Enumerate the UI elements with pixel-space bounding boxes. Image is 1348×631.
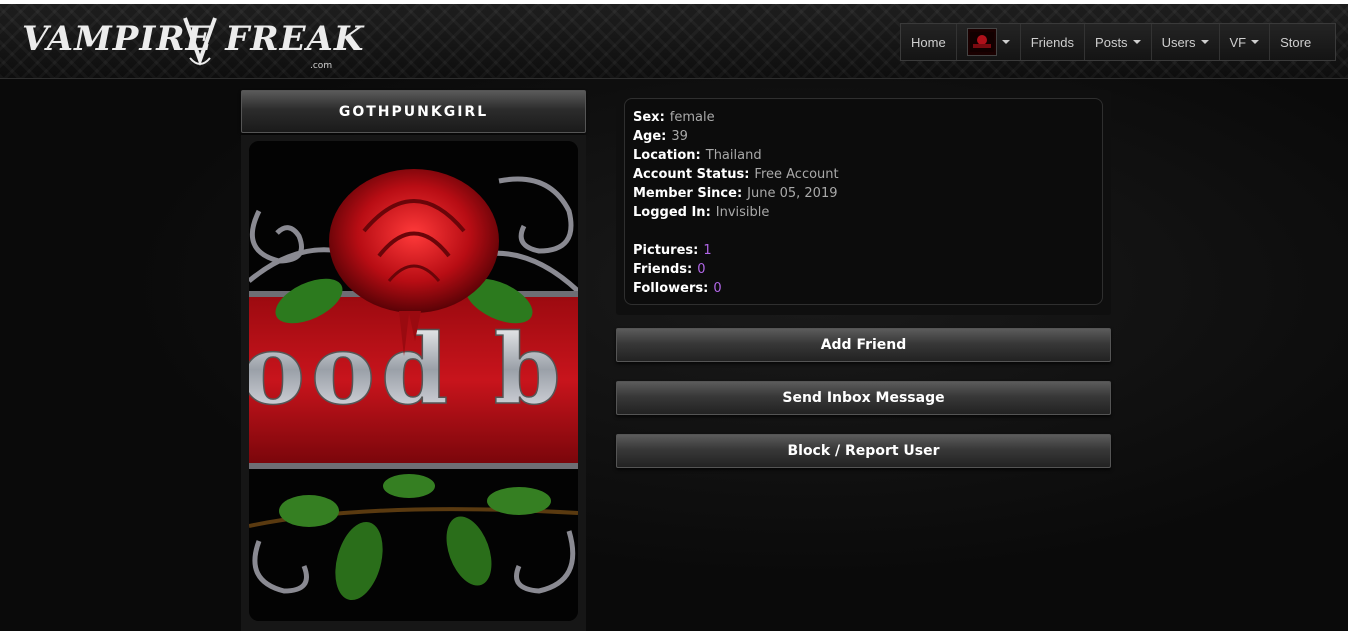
detail-member-since: Member Since: June 05, 2019 [633,184,1094,203]
nav-posts-label: Posts [1095,34,1128,50]
chevron-down-icon [1200,40,1209,44]
main-nav: Home Friends Posts Users VF Store [900,23,1336,61]
friends-count-link[interactable]: 0 [697,262,705,277]
detail-label: Logged In: [633,205,711,220]
nav-friends[interactable]: Friends [1021,24,1086,60]
profile-info-inner: Sex: female Age: 39 Location: Thailand Acco… [624,98,1103,305]
detail-sex: Sex: female [633,108,1094,127]
detail-account-status: Account Status: Free Account [633,165,1094,184]
detail-value: Thailand [705,148,762,163]
detail-value: female [669,110,715,125]
detail-label: Location: [633,148,701,163]
stat-friends: Friends: 0 [633,260,1094,279]
nav-posts[interactable]: Posts [1085,24,1152,60]
nav-users[interactable]: Users [1152,24,1220,60]
stat-label: Pictures: [633,243,699,258]
send-inbox-message-button[interactable]: Send Inbox Message [616,381,1111,415]
nav-vf-label: VF [1229,34,1247,50]
picture-text: ood b [249,313,567,426]
profile-picture-panel: ood b [241,135,586,631]
detail-value: 39 [671,129,688,144]
block-report-user-button[interactable]: Block / Report User [616,434,1111,468]
nav-users-label: Users [1161,34,1196,50]
detail-label: Account Status: [633,167,750,182]
site-logo[interactable]: VAMPIRE FREAKS .com [20,10,389,72]
pictures-count-link[interactable]: 1 [703,243,711,258]
nav-store[interactable]: Store [1270,24,1321,60]
nav-home[interactable]: Home [901,24,957,60]
stat-pictures: Pictures: 1 [633,241,1094,260]
stat-label: Followers: [633,281,709,296]
stat-followers: Followers: 0 [633,279,1094,298]
detail-label: Age: [633,129,667,144]
stat-label: Friends: [633,262,693,277]
profile-username: GOTHPUNKGIRL [241,90,586,133]
detail-label: Member Since: [633,186,743,201]
chevron-down-icon [1001,40,1010,44]
chevron-down-icon [1251,40,1260,44]
profile-picture-image: ood b [249,141,578,621]
page: VAMPIRE FREAKS .com Home Friends Posts U… [0,4,1348,631]
nav-vf[interactable]: VF [1220,24,1271,60]
detail-label: Sex: [633,110,665,125]
detail-logged-in: Logged In: Invisible [633,203,1094,222]
profile-picture[interactable]: ood b [249,141,578,621]
logo-sub: .com [310,61,332,71]
detail-location: Location: Thailand [633,146,1094,165]
followers-count-link[interactable]: 0 [713,281,721,296]
add-friend-button[interactable]: Add Friend [616,328,1111,362]
detail-value: June 05, 2019 [747,186,838,201]
profile-info-box: Sex: female Age: 39 Location: Thailand Acco… [616,90,1111,315]
nav-account-menu[interactable] [957,24,1021,60]
detail-age: Age: 39 [633,127,1094,146]
site-header: VAMPIRE FREAKS .com Home Friends Posts U… [0,4,1348,79]
detail-value: Free Account [754,167,839,182]
logo-graphic: VAMPIRE FREAKS .com [22,17,389,71]
chevron-down-icon [1132,40,1141,44]
user-avatar-icon [966,28,997,56]
detail-value: Invisible [715,205,770,220]
